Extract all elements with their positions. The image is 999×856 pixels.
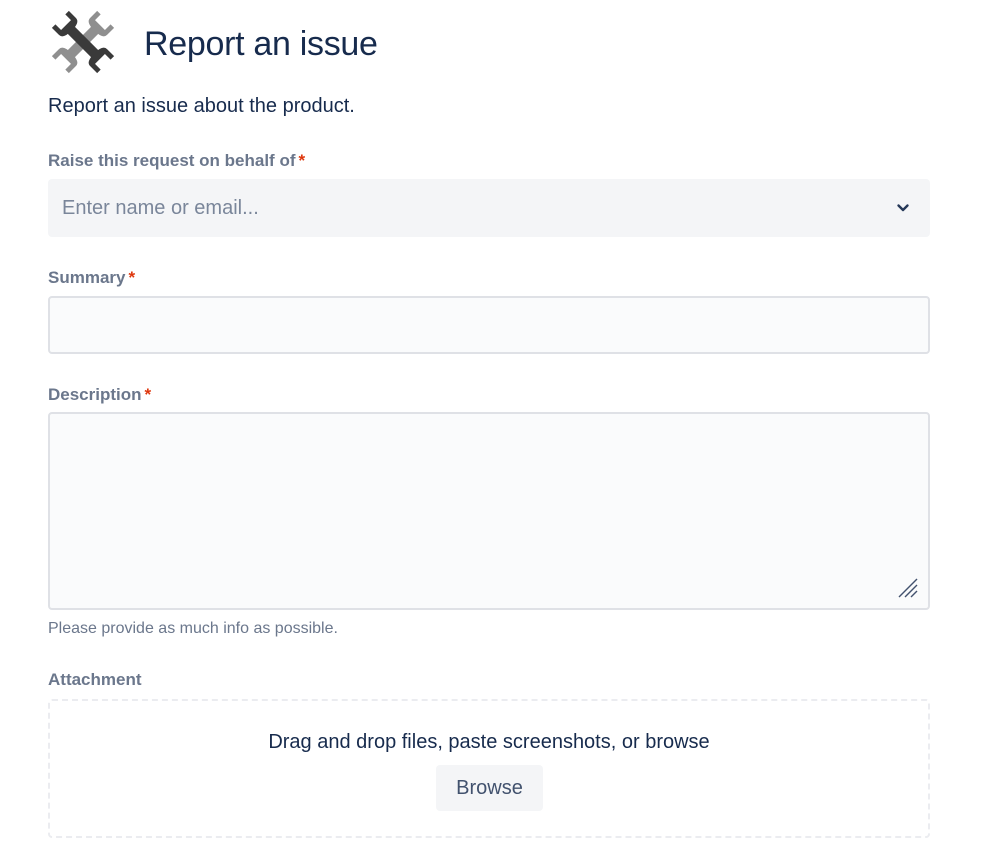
description-textarea[interactable] bbox=[48, 412, 930, 610]
description-label: Description * bbox=[48, 384, 151, 406]
browse-button[interactable]: Browse bbox=[436, 765, 543, 811]
attachment-dropzone[interactable]: Drag and drop files, paste screenshots, … bbox=[48, 699, 930, 838]
page-header: Report an issue bbox=[47, 6, 378, 78]
chevron-down-icon[interactable] bbox=[896, 201, 910, 215]
resize-handle-icon[interactable] bbox=[897, 577, 919, 599]
dropzone-instructions: Drag and drop files, paste screenshots, … bbox=[268, 731, 710, 753]
summary-label: Summary * bbox=[48, 267, 135, 289]
description-helper-text: Please provide as much info as possible. bbox=[48, 620, 338, 637]
on-behalf-select[interactable]: Enter name or email... bbox=[48, 179, 930, 237]
page-description: Report an issue about the product. bbox=[48, 95, 355, 117]
on-behalf-label: Raise this request on behalf of * bbox=[48, 150, 305, 172]
required-indicator: * bbox=[298, 151, 306, 170]
summary-input[interactable] bbox=[48, 296, 930, 354]
page-title: Report an issue bbox=[144, 25, 378, 63]
attachment-label: Attachment bbox=[48, 670, 142, 689]
wrench-tools-icon bbox=[51, 10, 115, 74]
on-behalf-label-text: Raise this request on behalf of bbox=[48, 151, 296, 170]
summary-label-text: Summary bbox=[48, 268, 126, 287]
request-form-page: Report an issue Report an issue about th… bbox=[0, 0, 999, 856]
required-indicator: * bbox=[144, 385, 152, 404]
required-indicator: * bbox=[128, 268, 136, 287]
on-behalf-placeholder: Enter name or email... bbox=[62, 196, 259, 219]
description-label-text: Description bbox=[48, 385, 142, 404]
